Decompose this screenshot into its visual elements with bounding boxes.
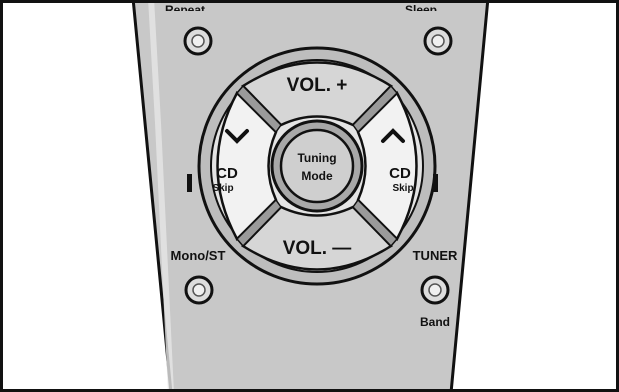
cd-skip-forward-button[interactable] (373, 113, 423, 219)
skip-back-bar-icon (187, 174, 192, 192)
top-right-button[interactable] (425, 28, 451, 54)
top-left-button[interactable] (185, 28, 211, 54)
mono-st-button[interactable] (186, 277, 212, 303)
remote-illustration-frame: Repeat Sleep VOL. + VOL. — CD Skip CD Sk… (0, 0, 619, 392)
skip-forward-bar-icon (433, 174, 438, 192)
mono-st-label: Mono/ST (170, 248, 226, 263)
tuner-band-button[interactable] (422, 277, 448, 303)
vol-down-button[interactable] (267, 227, 367, 267)
tuning-mode-button[interactable] (281, 130, 353, 202)
band-label: Band (420, 315, 450, 329)
cd-skip-back-button[interactable] (211, 113, 261, 219)
tuner-label: TUNER (412, 248, 458, 263)
top-right-label-cut: Sleep (405, 3, 438, 11)
vol-up-button[interactable] (267, 65, 367, 105)
top-left-label-cut: Repeat (165, 3, 206, 11)
